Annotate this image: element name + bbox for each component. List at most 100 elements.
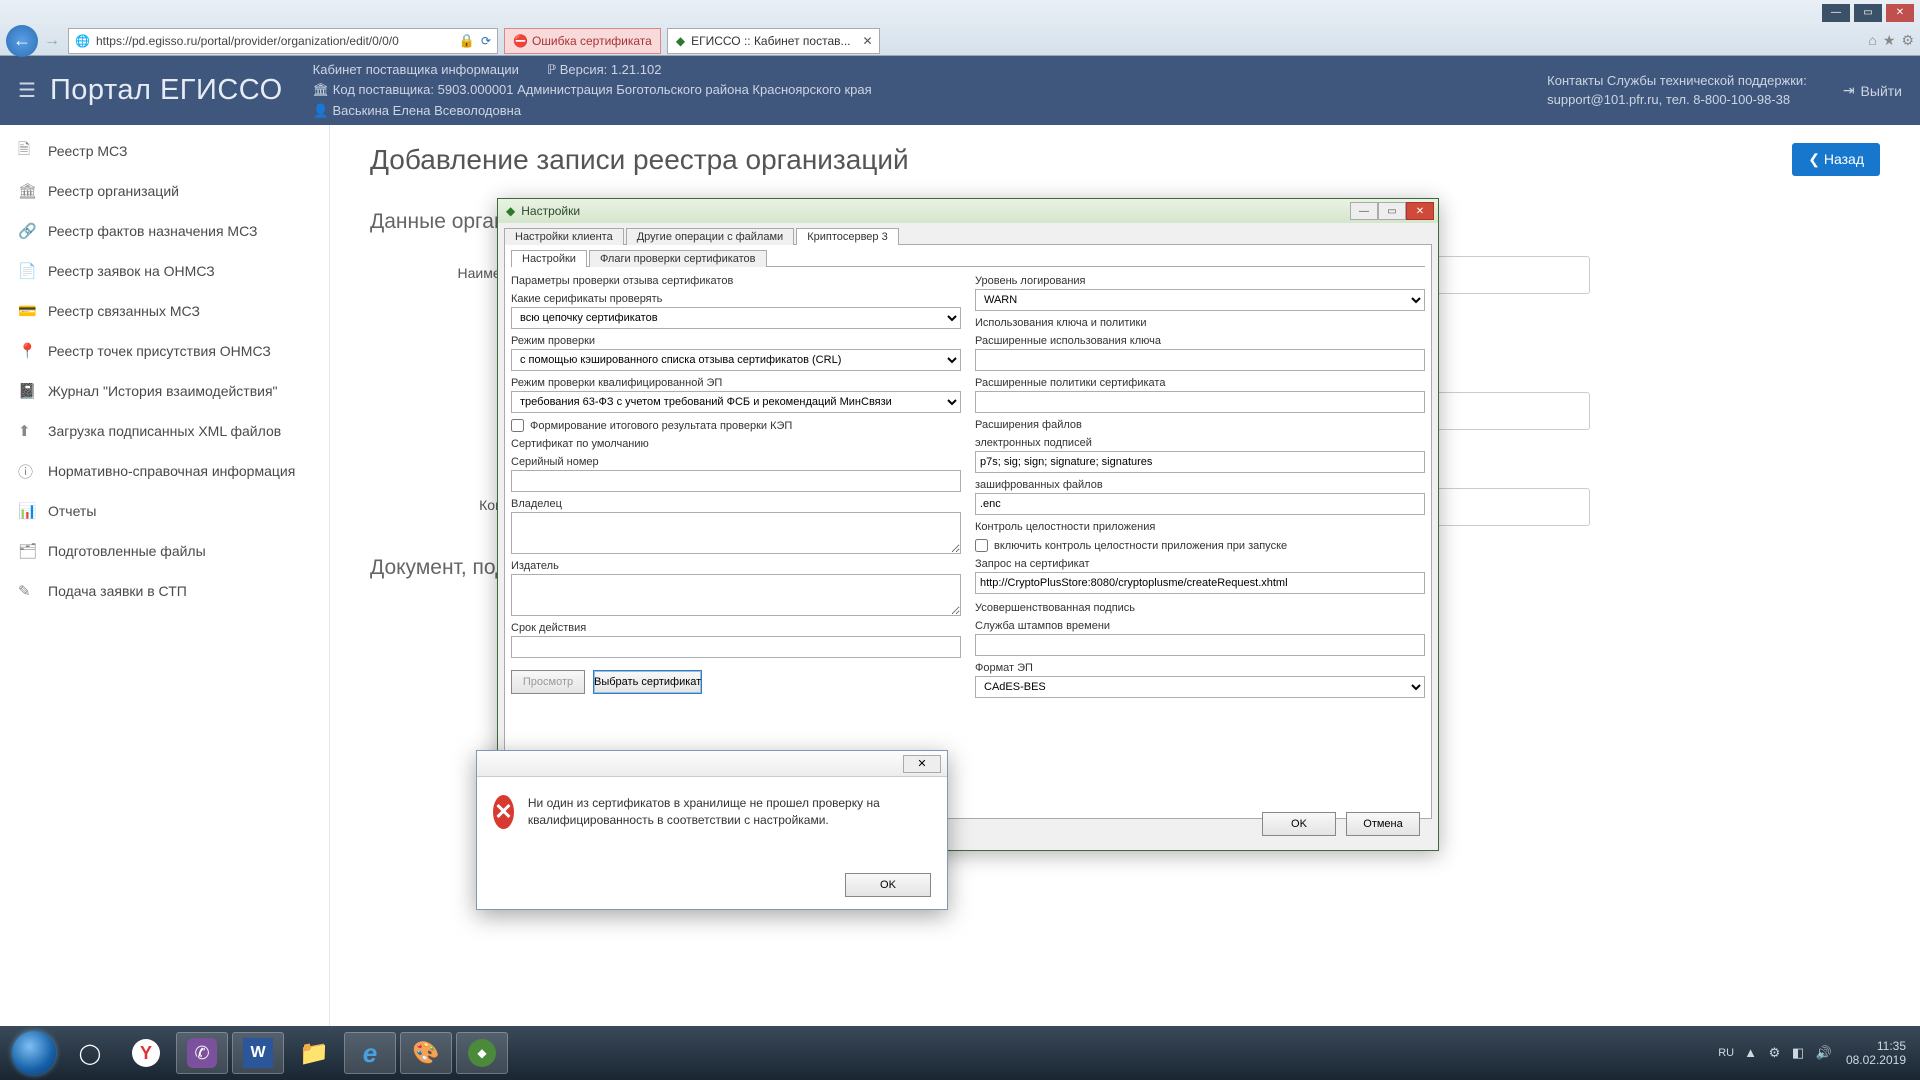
link-icon: 🔗 xyxy=(18,222,36,240)
tb-ie[interactable]: e xyxy=(344,1032,396,1074)
txt-ext-policy[interactable] xyxy=(975,391,1425,413)
ie-forward-button[interactable]: → xyxy=(44,32,62,50)
sidebar-item-points[interactable]: 📍Реестр точек присутствия ОНМСЗ xyxy=(0,331,329,371)
clock[interactable]: 11:35 08.02.2019 xyxy=(1846,1039,1912,1068)
sidebar-item-registry-facts[interactable]: 🔗Реестр фактов назначения МСЗ xyxy=(0,211,329,251)
lbl-tsp: Служба штампов времени xyxy=(975,620,1425,632)
chk-integrity[interactable]: включить контроль целостности приложения… xyxy=(975,539,1425,552)
dialog-titlebar[interactable]: ◆ Настройки — ▭ ✕ xyxy=(498,199,1438,223)
sidebar-item-prepared[interactable]: 🗂Подготовленные файлы xyxy=(0,531,329,571)
favorites-icon[interactable]: ★ xyxy=(1883,32,1896,49)
refresh-icon[interactable]: ⟳ xyxy=(481,34,491,48)
subtab-settings[interactable]: Настройки xyxy=(511,250,587,267)
tb-crypto[interactable]: ◆ xyxy=(456,1032,508,1074)
sidebar-item-reports[interactable]: 📊Отчеты xyxy=(0,491,329,531)
files-icon: 🗂 xyxy=(18,542,36,560)
lang-indicator[interactable]: RU xyxy=(1718,1047,1734,1059)
txt-owner[interactable] xyxy=(511,512,961,554)
dlg-ok[interactable]: OK xyxy=(1262,812,1336,836)
sel-crl[interactable]: с помощью кэшированного списка отзыва се… xyxy=(511,349,961,371)
btn-pick-cert[interactable]: Выбрать сертификат xyxy=(593,670,702,694)
tb-viber[interactable]: ✆ xyxy=(176,1032,228,1074)
browser-tab[interactable]: ◆ ЕГИССО :: Кабинет постав... ✕ xyxy=(667,28,880,54)
home-icon[interactable]: ⌂ xyxy=(1868,32,1876,49)
dlg-minimize[interactable]: — xyxy=(1350,202,1378,220)
chk-kep-result[interactable]: Формирование итогового результата провер… xyxy=(511,419,961,432)
txt-enc-ext[interactable] xyxy=(975,493,1425,515)
error-icon: ✕ xyxy=(493,795,514,829)
tb-word[interactable]: W xyxy=(232,1032,284,1074)
doc-icon: 🗎 xyxy=(18,139,36,164)
txt-issuer[interactable] xyxy=(511,574,961,616)
err-close[interactable]: ✕ xyxy=(903,755,941,773)
dlg-close[interactable]: ✕ xyxy=(1406,202,1434,220)
sidebar-item-stp[interactable]: ✎Подача заявки в СТП xyxy=(0,571,329,611)
lock-error-icon: 🔒 xyxy=(459,33,475,49)
window-minimize[interactable]: — xyxy=(1822,4,1850,22)
cert-error-badge[interactable]: ⛔ Ошибка сертификата xyxy=(504,28,661,54)
lbl-default-cert: Сертификат по умолчанию xyxy=(511,438,961,450)
sidebar-item-upload[interactable]: ⬆Загрузка подписанных XML файлов xyxy=(0,411,329,451)
journal-icon: 📓 xyxy=(18,382,36,400)
lbl-log-level: Уровень логирования xyxy=(975,275,1425,287)
lbl-file-ext: Расширения файлов xyxy=(975,419,1425,431)
err-ok[interactable]: OK xyxy=(845,873,931,897)
start-button[interactable] xyxy=(8,1032,60,1074)
logout-button[interactable]: ⇥ Выйти xyxy=(1843,82,1902,99)
lbl-integrity: Контроль целостности приложения xyxy=(975,521,1425,533)
lbl-validity: Срок действия xyxy=(511,622,961,634)
tb-explorer[interactable]: 📁 xyxy=(288,1032,340,1074)
lbl-which-certs: Какие серификаты проверять xyxy=(511,293,961,305)
sidebar: 🗎Реестр МСЗ 🏛Реестр организаций 🔗Реестр … xyxy=(0,125,330,1026)
tb-app-1[interactable]: ◯ xyxy=(64,1032,116,1074)
dlg-cancel[interactable]: Отмена xyxy=(1346,812,1420,836)
address-bar[interactable]: 🌐 https://pd.egisso.ru/portal/provider/o… xyxy=(68,28,498,54)
tray-icons[interactable]: ▲ ⚙ ◧ 🔊 xyxy=(1744,1045,1836,1061)
sidebar-item-registry-org[interactable]: 🏛Реестр организаций xyxy=(0,171,329,211)
lbl-adv-sig: Усовершенствованная подпись xyxy=(975,602,1425,614)
supplier-code: 🏛 Код поставщика: 5903.000001 Администра… xyxy=(313,81,872,99)
upload-icon: ⬆ xyxy=(18,422,36,440)
lbl-cert-req: Запрос на сертификат xyxy=(975,558,1425,570)
cabinet-label: Кабинет поставщика информации xyxy=(313,61,519,79)
sel-log[interactable]: WARN xyxy=(975,289,1425,311)
txt-tsp[interactable] xyxy=(975,634,1425,656)
subtab-flags[interactable]: Флаги проверки сертификатов xyxy=(589,250,767,267)
sel-sig-format[interactable]: CAdES-BES xyxy=(975,676,1425,698)
back-button[interactable]: ❮ Назад xyxy=(1792,143,1880,176)
tab-cryptoserver[interactable]: Криптосервер 3 xyxy=(796,228,899,245)
sidebar-item-linked[interactable]: 💳Реестр связанных МСЗ xyxy=(0,291,329,331)
tab-client-settings[interactable]: Настройки клиента xyxy=(504,228,624,245)
portal-header: ☰ Портал ЕГИССО Кабинет поставщика инфор… xyxy=(0,56,1920,125)
txt-validity[interactable] xyxy=(511,636,961,658)
txt-sig-ext[interactable] xyxy=(975,451,1425,473)
dlg-maximize[interactable]: ▭ xyxy=(1378,202,1406,220)
ie-back-button[interactable]: ← xyxy=(6,25,38,57)
dialog-tabs: Настройки клиента Другие операции с файл… xyxy=(504,227,1432,245)
btn-view-cert: Просмотр xyxy=(511,670,585,694)
sidebar-item-reference[interactable]: ⓘНормативно-справочная информация xyxy=(0,451,329,491)
lbl-owner: Владелец xyxy=(511,498,961,510)
txt-serial[interactable] xyxy=(511,470,961,492)
lbl-serial: Серийный номер xyxy=(511,456,961,468)
tab-file-ops[interactable]: Другие операции с файлами xyxy=(626,228,794,245)
lbl-qual-mode: Режим проверки квалифицированной ЭП xyxy=(511,377,961,389)
sidebar-item-requests[interactable]: 📄Реестр заявок на ОНМСЗ xyxy=(0,251,329,291)
sel-chain[interactable]: всю цепочку сертификатов xyxy=(511,307,961,329)
menu-icon[interactable]: ☰ xyxy=(18,78,36,103)
tab-favicon: ◆ xyxy=(676,34,685,48)
tools-icon[interactable]: ⚙ xyxy=(1901,32,1914,49)
tb-yandex[interactable]: Y xyxy=(120,1032,172,1074)
app-icon: ◆ xyxy=(506,204,515,218)
sidebar-item-registry-msz[interactable]: 🗎Реестр МСЗ xyxy=(0,131,329,171)
txt-cert-req[interactable] xyxy=(975,572,1425,594)
window-maximize[interactable]: ▭ xyxy=(1854,4,1882,22)
sidebar-item-journal[interactable]: 📓Журнал "История взаимодействия" xyxy=(0,371,329,411)
error-message: Ни один из сертификатов в хранилище не п… xyxy=(528,795,931,829)
window-close[interactable]: ✕ xyxy=(1886,4,1914,22)
tab-close-icon[interactable]: ✕ xyxy=(862,34,872,48)
txt-ext-key[interactable] xyxy=(975,349,1425,371)
taskbar: ◯ Y ✆ W 📁 e 🎨 ◆ RU ▲ ⚙ ◧ 🔊 11:35 08.02.2… xyxy=(0,1026,1920,1080)
tb-paint[interactable]: 🎨 xyxy=(400,1032,452,1074)
sel-qual[interactable]: требования 63-ФЗ с учетом требований ФСБ… xyxy=(511,391,961,413)
